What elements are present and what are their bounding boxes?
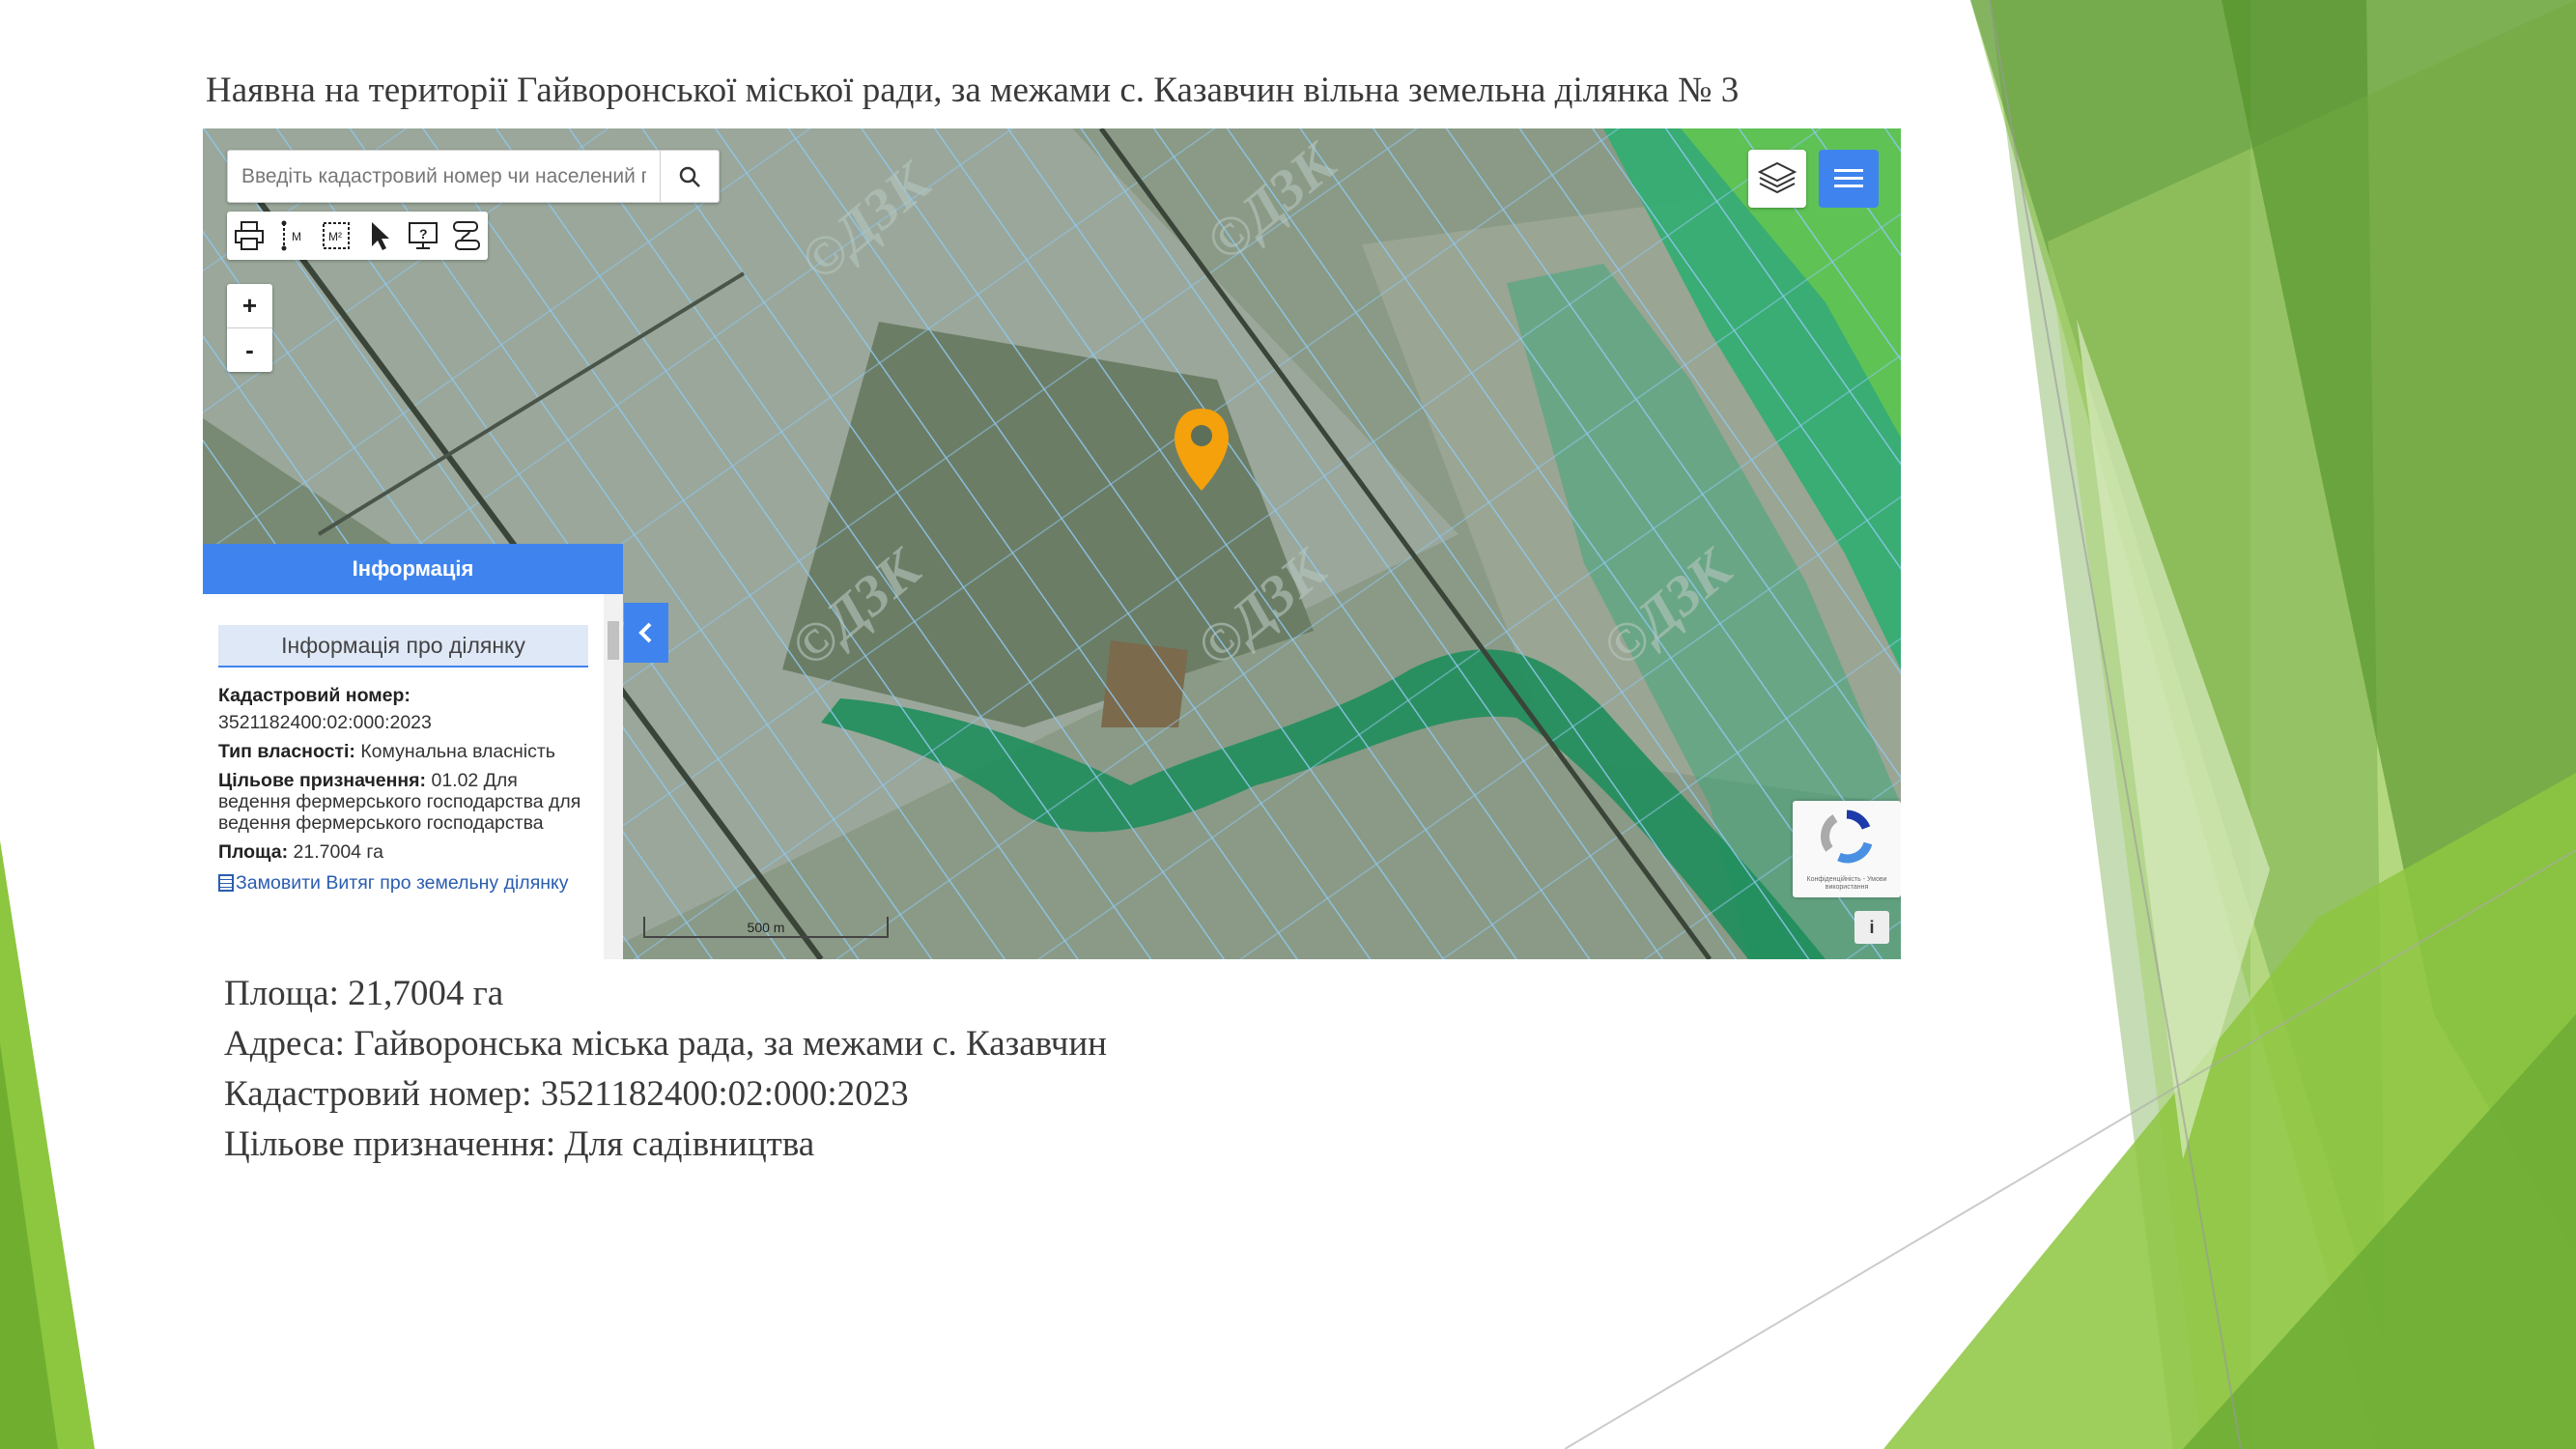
search-icon <box>679 166 700 187</box>
zoom-control: + - <box>227 284 272 372</box>
slide-title: Наявна на території Гайворонської місько… <box>206 71 1740 110</box>
menu-button[interactable] <box>1819 150 1879 208</box>
identify-icon: ? <box>408 222 438 249</box>
parcel-details: Площа: 21,7004 га Адреса: Гайворонська м… <box>224 969 1107 1170</box>
scale-bar: 500 m <box>643 917 889 938</box>
document-icon <box>218 874 234 892</box>
select-cursor-button[interactable] <box>357 212 401 260</box>
zoom-out-button[interactable]: - <box>227 328 272 372</box>
layers-button[interactable] <box>1748 150 1806 208</box>
area-label: Площа: <box>218 841 289 863</box>
cadastral-number-value: 3521182400:02:000:2023 <box>218 712 432 733</box>
purpose-label: Цільове призначення: <box>218 770 427 791</box>
info-panel: Інформація Інформація про ділянку Кадаст… <box>203 544 623 959</box>
print-button[interactable] <box>227 212 270 260</box>
detail-area: Площа: 21,7004 га <box>224 974 504 1013</box>
area-value: 21.7004 га <box>293 841 383 863</box>
info-button[interactable]: i <box>1854 911 1889 944</box>
cadastral-search-input[interactable] <box>228 151 660 202</box>
identify-button[interactable]: ? <box>401 212 444 260</box>
print-icon <box>234 221 264 250</box>
chevron-left-icon <box>638 622 652 643</box>
collapse-panel-button[interactable] <box>624 603 668 663</box>
detail-cadastral-number: Кадастровий номер: 3521182400:02:000:202… <box>224 1074 909 1114</box>
cadastral-map[interactable]: ©ДЗК ©ДЗК ©ДЗК ©ДЗК ©ДЗК M M² ? <box>203 128 1901 959</box>
info-panel-body[interactable]: Інформація про ділянку Кадастровий номер… <box>203 594 604 959</box>
order-extract-link[interactable]: Замовити Витяг про земельну ділянку <box>218 872 588 894</box>
cadastral-search-bar <box>227 150 720 203</box>
detail-purpose: Цільове призначення: Для садівництва <box>224 1124 815 1164</box>
measure-area-icon: M² <box>322 222 350 249</box>
map-toolbar: M M² ? <box>227 212 488 260</box>
info-panel-header: Інформація <box>203 544 623 594</box>
layers-icon <box>1757 161 1798 194</box>
route-button[interactable] <box>444 212 488 260</box>
cadastral-number-label: Кадастровий номер: <box>218 685 410 706</box>
search-button[interactable] <box>660 151 719 202</box>
svg-text:?: ? <box>419 226 428 242</box>
info-panel-scrollbar[interactable] <box>604 594 623 959</box>
recaptcha-text: Конфіденційність - Умови використання <box>1806 876 1887 891</box>
parcel-info-subtitle: Інформація про ділянку <box>218 625 588 668</box>
recaptcha-icon <box>1821 810 1873 864</box>
measure-length-icon: M <box>281 220 301 251</box>
order-extract-link-text: Замовити Витяг про земельну ділянку <box>236 872 569 894</box>
measure-area-button[interactable]: M² <box>314 212 357 260</box>
ownership-type-value: Комунальна власність <box>360 741 555 762</box>
measure-area-label: M² <box>328 230 342 243</box>
scrollbar-thumb[interactable] <box>608 621 619 660</box>
measure-length-button[interactable]: M <box>270 212 314 260</box>
hamburger-menu-icon <box>1834 169 1863 187</box>
zoom-in-button[interactable]: + <box>227 284 272 328</box>
recaptcha-badge[interactable]: Конфіденційність - Умови використання <box>1793 801 1901 897</box>
ownership-type-label: Тип власності: <box>218 741 355 762</box>
select-cursor-icon <box>371 222 389 250</box>
detail-address: Адреса: Гайворонська міська рада, за меж… <box>224 1024 1107 1064</box>
measure-length-label: M <box>292 230 301 243</box>
route-icon <box>452 221 480 250</box>
